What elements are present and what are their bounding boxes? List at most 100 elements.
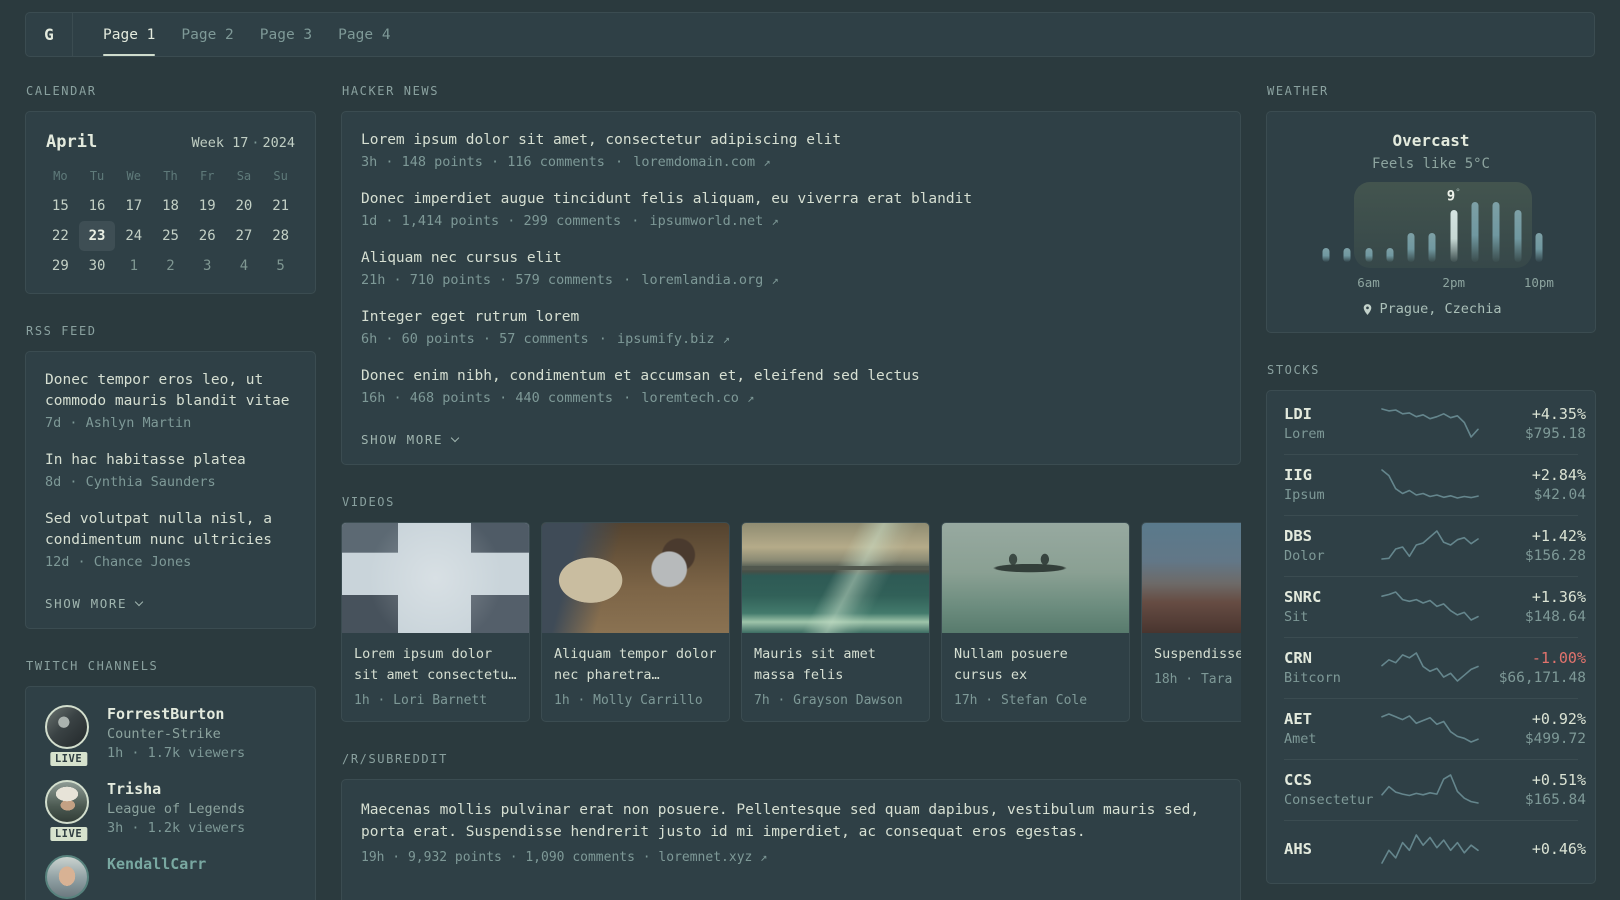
hn-item-domain[interactable]: loremdomain.com ↗ [633,154,770,170]
calendar-day: 29 [51,258,69,274]
weather-bar [1407,232,1415,262]
post-domain[interactable]: loremnet.xyz ↗ [658,850,767,865]
show-more-button[interactable]: SHOW MORE [45,596,144,611]
weekday-header: Mo [53,169,68,183]
stock-name: Dolor [1284,548,1325,564]
stock-sparkline [1380,772,1480,808]
video-card: Lorem ipsum dolor sit amet consectetu… 1… [341,522,530,722]
hackernews-card: Lorem ipsum dolor sit amet, consectetur … [341,111,1241,466]
hn-item-domain[interactable]: ipsumworld.net ↗ [650,213,779,229]
video-title[interactable]: Suspendisse diam [1154,644,1241,665]
page-tab[interactable]: Page 3 [247,13,325,56]
stocks-widget: STOCKS LDI Lorem +4.35% $795.18 IIG Ipsu… [1266,363,1596,884]
rss-item-title[interactable]: Sed volutpat nulla nisl, a condimentum n… [45,509,296,551]
hn-item: Integer eget rutrum lorem 6h · 60 points… [361,307,1221,347]
channel-info: ForrestBurton Counter-Strike 1h · 1.7k v… [107,705,245,761]
video-meta: 1h · Lori Barnett [354,692,488,708]
stock-info: CCS Consectetur [1284,771,1380,808]
subreddit-widget: /R/SUBREDDIT Maecenas mollis pulvinar er… [341,752,1241,900]
hn-item-meta: 16h · 468 points · 440 comments · loremt… [361,390,1221,406]
rss-item: In hac habitasse platea 8d · Cynthia Sau… [45,450,296,490]
daylight-region [1354,182,1532,268]
stock-price: $165.84 [1524,792,1586,808]
stock-ticker: LDI [1284,405,1312,423]
video-thumbnail[interactable] [342,523,529,634]
stock-values: +1.36% $148.64 [1480,588,1586,625]
section-title: TWITCH CHANNELS [26,659,159,674]
video-thumbnail[interactable] [1142,523,1241,634]
video-title[interactable]: Aliquam tempor dolor nec pharetra… [554,644,717,686]
post-title[interactable]: Maecenas mollis pulvinar erat non posuer… [361,799,1221,844]
stock-change: +1.36% [1531,588,1586,606]
calendar-day: 5 [276,258,285,274]
location-label: Prague, Czechia [1379,301,1502,317]
stock-values: -1.00% $66,171.48 [1480,649,1586,686]
calendar-day: 17 [125,198,143,214]
hn-item-title[interactable]: Lorem ipsum dolor sit amet, consectetur … [361,130,1221,151]
calendar-day: 22 [51,228,69,244]
video-thumbnail[interactable] [542,523,729,634]
calendar-day: 23 [78,221,116,251]
stock-info: LDI Lorem [1284,405,1380,442]
twitch-channel[interactable]: KendallCarr [45,855,296,900]
stock-price: $795.18 [1524,426,1586,442]
channel-info: Trisha League of Legends 3h · 1.2k viewe… [107,780,245,836]
hn-item-domain[interactable]: loremlandia.org ↗ [641,272,778,288]
video-title[interactable]: Nullam posuere cursus ex [954,644,1117,686]
channel-category: League of Legends [107,801,246,818]
hn-item: Donec imperdiet augue tincidunt felis al… [361,189,1221,229]
rss-item-title[interactable]: Donec tempor eros leo, ut commodo mauris… [45,370,296,412]
hn-item-domain[interactable]: loremtech.co ↗ [641,390,754,406]
video-body: Suspendisse diam 18h · Tara [1142,633,1241,700]
weather-bar [1471,202,1479,262]
weather-bar [1365,248,1373,262]
video-card: Mauris sit amet massa felis 7h · Grayson… [741,522,930,722]
section-title: STOCKS [1267,363,1320,377]
twitch-channel[interactable]: LIVE ForrestBurton Counter-Strike 1h · 1… [45,705,296,769]
stock-row: SNRC Sit +1.36% $148.64 [1284,576,1586,637]
stock-row: IIG Ipsum +2.84% $42.04 [1284,454,1586,515]
stock-price: $66,171.48 [1498,670,1586,686]
video-title[interactable]: Mauris sit amet massa felis [754,644,917,686]
hn-item-meta: 21h · 710 points · 579 comments · loreml… [361,272,1221,288]
location-pin-icon [1363,303,1371,315]
video-thumbnail[interactable] [942,523,1129,634]
stock-ticker: AET [1284,710,1312,728]
meta-separator: · [642,849,651,865]
twitch-channel[interactable]: LIVE Trisha League of Legends 3h · 1.2k … [45,780,296,844]
avatar-wrap: LIVE [45,705,92,769]
video-body: Mauris sit amet massa felis 7h · Grayson… [742,633,929,721]
stock-sparkline [1380,650,1480,686]
weather-chart: 9° 6am 2pm 10pm [1289,180,1573,290]
external-link-icon: ↗ [763,155,771,170]
video-title[interactable]: Lorem ipsum dolor sit amet consectetu… [354,644,517,686]
avatar [45,855,89,900]
page-tab[interactable]: Page 1 [90,13,168,56]
app-logo[interactable]: G [26,13,73,56]
hn-item-domain[interactable]: ipsumify.biz ↗ [617,331,730,347]
stock-info: AHS [1284,840,1380,861]
separator: · [251,135,260,151]
rss-item-title[interactable]: In hac habitasse platea [45,450,296,471]
time-axis-label: 10pm [1523,275,1554,290]
page-tab[interactable]: Page 2 [168,13,246,56]
channel-meta: 1h · 1.7k viewers [107,745,246,762]
stock-sparkline [1380,528,1480,564]
weather-widget: WEATHER Overcast Feels like 5°C 9° 6am 2pm… [1266,84,1596,333]
show-more-button[interactable]: SHOW MORE [361,432,460,447]
meta-separator: · [614,154,624,171]
hn-item-title[interactable]: Aliquam nec cursus elit [361,248,1221,269]
video-body: Nullam posuere cursus ex 17h · Stefan Co… [942,633,1129,721]
hn-item-title[interactable]: Donec enim nibh, condimentum et accumsan… [361,366,1221,387]
channel-name: Trisha [107,780,162,799]
stock-row: AHS +0.46% [1284,820,1586,880]
hn-item-title[interactable]: Donec imperdiet augue tincidunt felis al… [361,189,1221,210]
hn-item-title[interactable]: Integer eget rutrum lorem [361,307,1221,328]
calendar-day: 18 [162,198,179,214]
twitch-widget: TWITCH CHANNELS LIVE ForrestBurton Count… [25,659,316,900]
page-tab[interactable]: Page 4 [325,13,403,56]
calendar-day: 1 [129,258,138,274]
stock-ticker: AHS [1284,839,1312,858]
channel-name: KendallCarr [107,855,207,874]
video-thumbnail[interactable] [742,523,929,634]
